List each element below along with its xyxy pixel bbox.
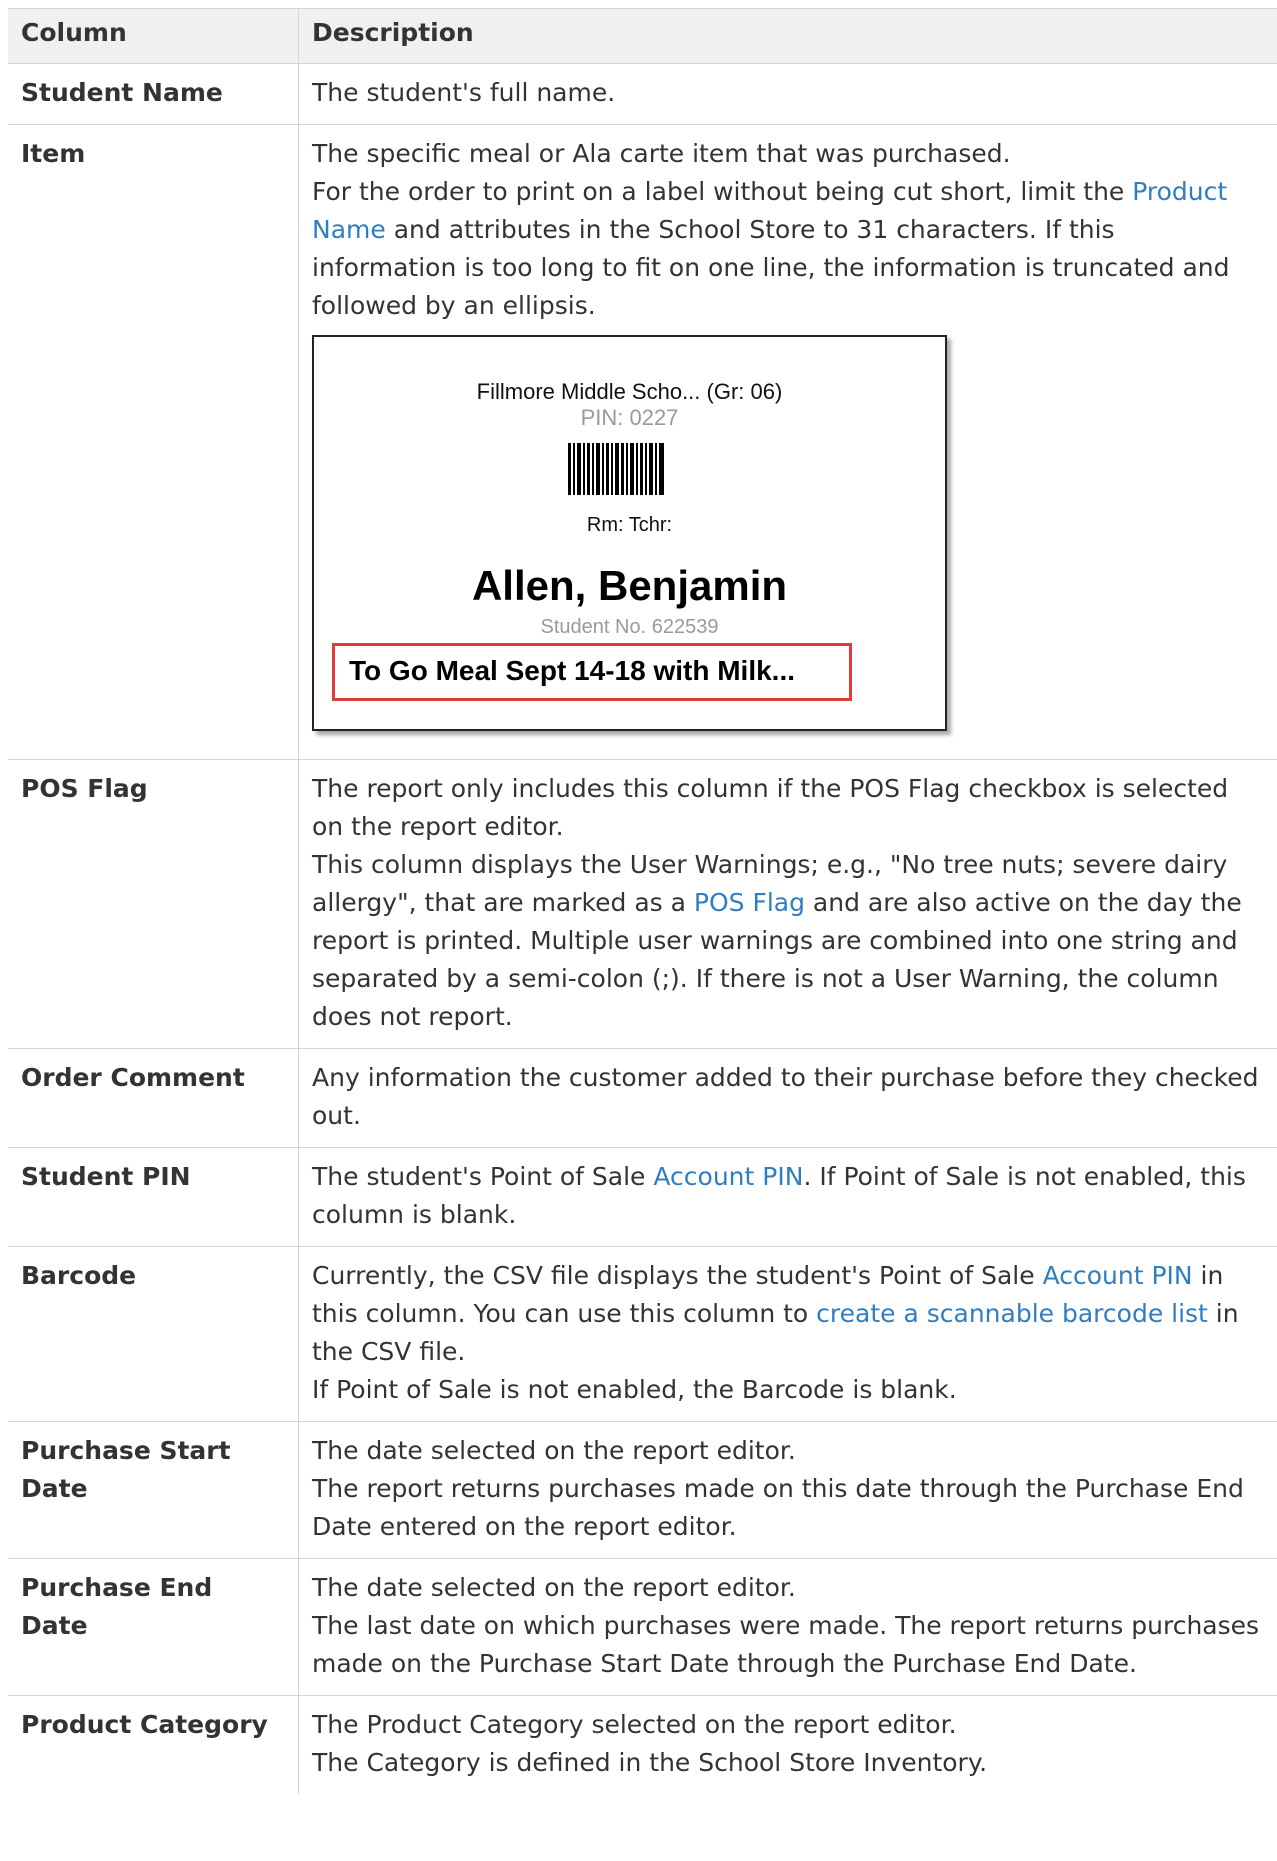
description-text: The date selected on the report editor. [312,1573,796,1602]
barcode-icon [568,443,664,495]
label-room: Rm: Tchr: [586,514,673,536]
description-text: If Point of Sale is not enabled, the Bar… [312,1375,957,1404]
description-text: The Product Category selected on the rep… [312,1710,957,1739]
description-text: The Category is defined in the School St… [312,1748,988,1777]
column-description: The student's full name. [298,63,1277,125]
label-student-number: Student No. 622539 [540,616,719,638]
table-row: Order Comment Any information the custom… [8,1048,1277,1148]
description-text: This column displays the User Warnings; … [312,846,1264,1036]
column-description: The Product Category selected on the rep… [298,1695,1277,1794]
table-row: POS Flag The report only includes this c… [8,759,1277,1049]
description-text: For the order to print on a label withou… [312,177,1133,206]
account-pin-link[interactable]: Account PIN [653,1162,803,1191]
description-text: The date selected on the report editor. [312,1436,796,1465]
description-text: For the order to print on a label withou… [312,173,1264,325]
column-name: Barcode [8,1246,299,1422]
column-name: Student PIN [8,1147,299,1247]
description-text: Any information the customer added to th… [312,1063,1259,1130]
column-description: The report only includes this column if … [298,759,1277,1049]
column-description: The date selected on the report editor. … [298,1421,1277,1559]
columns-table: Column Description Student Name The stud… [8,8,1277,1794]
label-item-highlight: To Go Meal Sept 14-18 with Milk... [332,643,852,701]
label-card: Fillmore Middle Scho... (Gr: 06) PIN: 02… [312,335,947,731]
column-name: POS Flag [8,759,299,1049]
description-text: The student's Point of Sale Account PIN.… [312,1158,1264,1234]
table-row: Product Category The Product Category se… [8,1695,1277,1794]
table-row: Student PIN The student's Point of Sale … [8,1147,1277,1247]
column-name: Purchase End Date [8,1558,299,1696]
column-name: Student Name [8,63,299,125]
column-description: Currently, the CSV file displays the stu… [298,1246,1277,1422]
label-student-name: Allen, Benjamin [471,562,788,609]
pos-flag-link[interactable]: POS Flag [694,888,805,917]
description-text: The last date on which purchases were ma… [312,1611,1260,1678]
table-row: Purchase Start Date The date selected on… [8,1421,1277,1559]
column-description: Any information the customer added to th… [298,1048,1277,1148]
header-description: Description [298,8,1277,64]
column-name: Product Category [8,1695,299,1794]
column-name: Order Comment [8,1048,299,1148]
description-text: The specific meal or Ala carte item that… [312,139,1011,168]
column-description: The student's Point of Sale Account PIN.… [298,1147,1277,1247]
table-row: Barcode Currently, the CSV file displays… [8,1246,1277,1422]
label-pin: PIN: 0227 [580,405,679,430]
description-text: The report only includes this column if … [312,774,1229,841]
label-image: Fillmore Middle Scho... (Gr: 06) PIN: 02… [312,335,949,735]
table-row: Purchase End Date The date selected on t… [8,1558,1277,1696]
account-pin-link[interactable]: Account PIN [1043,1261,1193,1290]
table-header-row: Column Description [8,8,1277,64]
description-text: The report returns purchases made on thi… [312,1474,1244,1541]
table-row: Item The specific meal or Ala carte item… [8,124,1277,760]
description-text: and attributes in the School Store to 31… [312,215,1230,320]
column-description: The specific meal or Ala carte item that… [298,124,1277,760]
label-item: To Go Meal Sept 14-18 with Milk... [349,655,796,686]
barcode-list-link[interactable]: create a scannable barcode list [816,1299,1208,1328]
description-text: Currently, the CSV file displays the stu… [312,1261,1043,1290]
description-text: Currently, the CSV file displays the stu… [312,1257,1264,1371]
column-name: Purchase Start Date [8,1421,299,1559]
column-name: Item [8,124,299,760]
description-text: The student's Point of Sale [312,1162,654,1191]
header-column: Column [8,8,299,64]
table-row: Student Name The student's full name. [8,63,1277,125]
description-text: The student's full name. [312,78,616,107]
column-description: The date selected on the report editor. … [298,1558,1277,1696]
label-school: Fillmore Middle Scho... (Gr: 06) [476,379,783,404]
